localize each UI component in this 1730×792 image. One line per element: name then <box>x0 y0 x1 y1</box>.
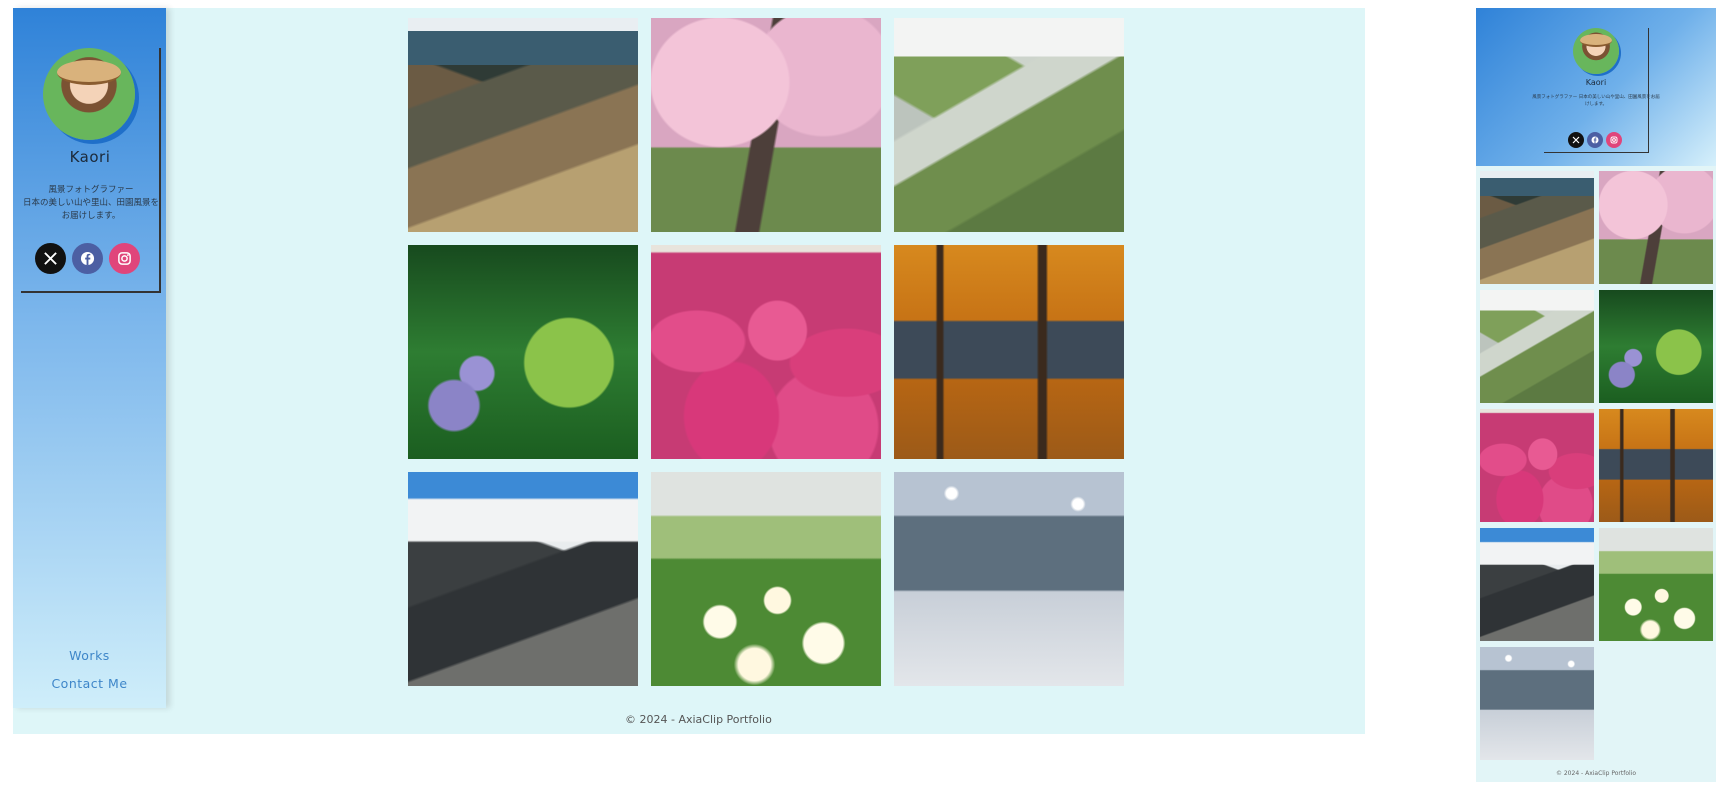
gallery-photo-mountain-ridge[interactable] <box>408 18 638 232</box>
profile-card: Kaori 風景フォトグラファー 日本の美しい山や里山、田園風景をお届けします。 <box>21 48 161 293</box>
gallery-photo-autumn-forest[interactable] <box>894 245 1124 459</box>
nav-works-link[interactable]: Works <box>13 648 166 663</box>
mobile-gallery-photo-snowy-forest[interactable] <box>1480 647 1594 760</box>
gallery-photo-pink-kochia-field[interactable] <box>651 245 881 459</box>
mobile-avatar <box>1573 28 1619 74</box>
mobile-x-icon[interactable] <box>1568 132 1584 148</box>
profile-name: Kaori <box>69 148 111 166</box>
mobile-gallery-photo-green-mountain-ridge[interactable] <box>1480 290 1594 403</box>
sidebar: Kaori 風景フォトグラファー 日本の美しい山や里山、田園風景をお届けします。… <box>13 8 166 708</box>
gallery-photo-hydrangea-forest[interactable] <box>408 245 638 459</box>
mobile-gallery-photo-white-alpine-flowers[interactable] <box>1599 528 1713 641</box>
facebook-icon[interactable] <box>72 243 103 274</box>
profile-bio: 風景フォトグラファー 日本の美しい山や里山、田園風景をお届けします。 <box>23 185 160 221</box>
gallery-photo-green-mountain-ridge[interactable] <box>894 18 1124 232</box>
social-links <box>35 243 155 275</box>
mobile-profile-bio: 風景フォトグラファー 日本の美しい山や里山、田園風景をお届けします。 <box>1532 95 1660 107</box>
mobile-gallery-photo-rocky-peak[interactable] <box>1480 528 1594 641</box>
sidebar-nav: Works Contact Me <box>13 648 166 704</box>
mobile-footer-copyright: © 2024 - AxiaClip Portfolio <box>1555 770 1637 777</box>
nav-contact-link[interactable]: Contact Me <box>13 676 166 691</box>
mobile-gallery-photo-weeping-cherry-tree[interactable] <box>1599 171 1713 284</box>
mobile-gallery-photo-hydrangea-forest[interactable] <box>1599 290 1713 403</box>
mobile-photo-gallery <box>1480 171 1713 760</box>
photo-gallery <box>408 18 1128 686</box>
mobile-social-links <box>1568 132 1622 148</box>
gallery-photo-rocky-peak[interactable] <box>408 472 638 686</box>
mobile-profile-card: Kaori 風景フォトグラファー 日本の美しい山や里山、田園風景をお届けします。 <box>1532 28 1660 153</box>
gallery-photo-weeping-cherry-tree[interactable] <box>651 18 881 232</box>
footer-copyright: © 2024 - AxiaClip Portfolio <box>625 713 772 726</box>
mobile-facebook-icon[interactable] <box>1587 132 1603 148</box>
avatar <box>43 48 135 140</box>
instagram-icon[interactable] <box>109 243 140 274</box>
mobile-instagram-icon[interactable] <box>1606 132 1622 148</box>
desktop-view: Kaori 風景フォトグラファー 日本の美しい山や里山、田園風景をお届けします。… <box>13 8 1365 734</box>
mobile-header: Kaori 風景フォトグラファー 日本の美しい山や里山、田園風景をお届けします。 <box>1476 8 1716 166</box>
mobile-footer: © 2024 - AxiaClip Portfolio <box>1476 770 1716 777</box>
mobile-gallery-photo-autumn-forest[interactable] <box>1599 409 1713 522</box>
x-icon[interactable] <box>35 243 66 274</box>
mobile-gallery-photo-pink-kochia-field[interactable] <box>1480 409 1594 522</box>
mobile-profile-name: Kaori <box>1585 78 1607 87</box>
mobile-view: Kaori 風景フォトグラファー 日本の美しい山や里山、田園風景をお届けします。… <box>1476 8 1716 782</box>
gallery-photo-white-alpine-flowers[interactable] <box>651 472 881 686</box>
gallery-photo-snowy-forest[interactable] <box>894 472 1124 686</box>
mobile-gallery-photo-mountain-ridge[interactable] <box>1480 171 1594 284</box>
